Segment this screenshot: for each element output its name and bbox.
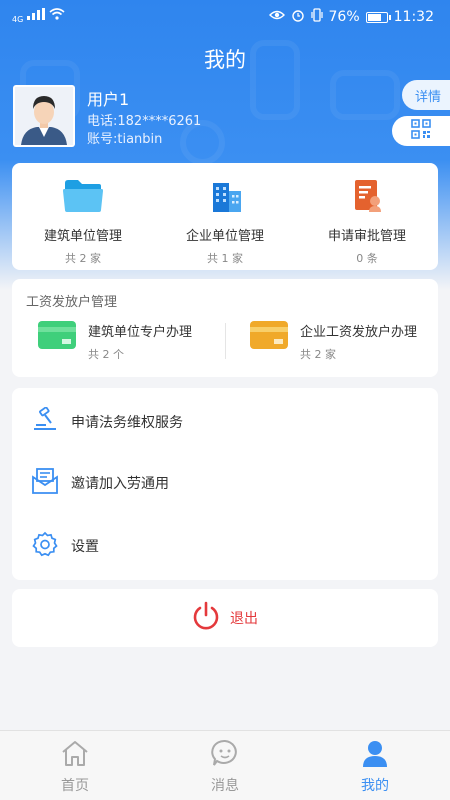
battery-percent: 76% bbox=[328, 9, 360, 25]
user-phone: 电话:182****6261 bbox=[87, 114, 202, 129]
building-icon bbox=[205, 179, 245, 217]
stat-count: 0 条 bbox=[356, 252, 378, 265]
stat-approval-requests[interactable]: 申请审批管理 0 条 bbox=[296, 163, 438, 270]
page-title: 我的 bbox=[204, 48, 246, 72]
stat-count: 共 2 家 bbox=[65, 252, 101, 265]
battery-icon bbox=[365, 11, 391, 23]
gavel-icon bbox=[32, 406, 58, 437]
menu-card: 申请法务维权服务 邀请加入劳通用 设置 bbox=[12, 388, 438, 580]
tab-label: 首页 bbox=[61, 778, 89, 794]
menu-item-invite[interactable]: 邀请加入劳通用 bbox=[12, 453, 438, 513]
stat-label: 申请审批管理 bbox=[327, 229, 406, 244]
tab-messages[interactable]: 消息 bbox=[150, 731, 300, 800]
stat-label: 企业单位管理 bbox=[185, 229, 264, 244]
signal-icon bbox=[27, 8, 46, 24]
user-name: 用户1 bbox=[87, 90, 130, 109]
gear-icon bbox=[32, 531, 58, 561]
tab-label: 消息 bbox=[211, 778, 239, 794]
wage-item-construction[interactable]: 建筑单位专户办理 共 2 个 bbox=[38, 321, 192, 362]
eye-icon bbox=[268, 9, 285, 25]
wage-item-enterprise[interactable]: 企业工资发放户办理 共 2 家 bbox=[250, 321, 417, 362]
avatar[interactable] bbox=[13, 85, 75, 147]
qr-code-button[interactable] bbox=[392, 116, 450, 146]
detail-button[interactable]: 详情 bbox=[402, 80, 450, 110]
battery-fill bbox=[367, 13, 381, 21]
home-icon bbox=[60, 739, 90, 771]
menu-item-legal-service[interactable]: 申请法务维权服务 bbox=[12, 392, 438, 452]
logout-button[interactable]: 退出 bbox=[12, 589, 438, 647]
menu-item-label: 申请法务维权服务 bbox=[71, 415, 183, 431]
menu-item-label: 邀请加入劳通用 bbox=[71, 476, 169, 492]
wage-account-card: 工资发放户管理 建筑单位专户办理 共 2 个 企业工资发放户办理 共 2 家 bbox=[12, 279, 438, 377]
menu-item-label: 设置 bbox=[71, 539, 99, 555]
stat-enterprise-units[interactable]: 企业单位管理 共 1 家 bbox=[154, 163, 296, 270]
logout-label: 退出 bbox=[230, 611, 258, 627]
approval-doc-icon bbox=[347, 179, 387, 217]
background-pattern bbox=[330, 70, 400, 120]
network-type: 4G bbox=[12, 15, 24, 24]
management-stats-card: 建筑单位管理 共 2 家 企业单位管理 共 1 家 申请审批管理 0 条 bbox=[12, 163, 438, 270]
stat-label: 建筑单位管理 bbox=[43, 229, 122, 244]
avatar-image bbox=[15, 87, 73, 145]
wifi-icon bbox=[49, 8, 65, 24]
tab-home[interactable]: 首页 bbox=[0, 731, 150, 800]
tab-mine[interactable]: 我的 bbox=[300, 731, 450, 800]
wage-item-count: 共 2 个 bbox=[88, 348, 124, 361]
qr-code-icon bbox=[411, 119, 431, 143]
vibrate-icon bbox=[310, 8, 323, 26]
folder-icon bbox=[63, 179, 103, 217]
wage-item-label: 建筑单位专户办理 bbox=[88, 325, 193, 340]
message-icon bbox=[210, 739, 240, 771]
alarm-icon bbox=[291, 8, 305, 26]
divider bbox=[225, 323, 226, 359]
stat-construction-units[interactable]: 建筑单位管理 共 2 家 bbox=[12, 163, 154, 270]
yellow-card-icon bbox=[250, 321, 288, 362]
power-icon bbox=[192, 601, 220, 635]
wage-item-count: 共 2 家 bbox=[300, 348, 336, 361]
tab-label: 我的 bbox=[361, 778, 389, 794]
envelope-icon bbox=[32, 468, 58, 498]
wage-item-label: 企业工资发放户办理 bbox=[300, 325, 418, 340]
green-card-icon bbox=[38, 321, 76, 362]
bottom-tab-bar: 首页 消息 我的 bbox=[0, 730, 450, 800]
menu-item-settings[interactable]: 设置 bbox=[12, 516, 438, 576]
status-bar: 4G 76% 11:32 bbox=[0, 0, 450, 34]
stat-count: 共 1 家 bbox=[207, 252, 243, 265]
wage-section-title: 工资发放户管理 bbox=[26, 295, 118, 310]
person-icon bbox=[360, 739, 390, 771]
clock-time: 11:32 bbox=[393, 9, 434, 25]
user-account: 账号:tianbin bbox=[87, 132, 163, 147]
